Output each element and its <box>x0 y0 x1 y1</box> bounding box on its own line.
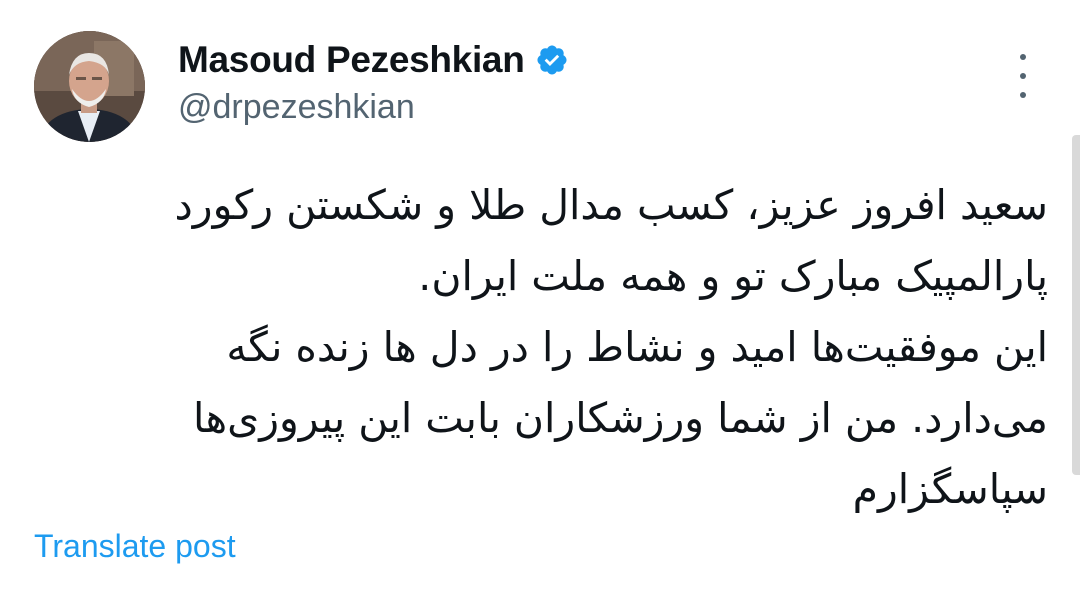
verified-badge-icon[interactable] <box>535 43 569 77</box>
author-name-row: Masoud Pezeshkian <box>178 38 569 82</box>
display-name[interactable]: Masoud Pezeshkian <box>178 39 525 81</box>
translate-post-link[interactable]: Translate post <box>34 528 236 565</box>
more-vertical-icon-dot <box>1020 92 1026 98</box>
author-handle[interactable]: @drpezeshkian <box>178 88 415 127</box>
post-text-line: این موفقیت‌ها امید و نشاط را در دل ها زن… <box>226 323 1048 371</box>
avatar[interactable] <box>34 31 145 142</box>
more-vertical-icon <box>1020 54 1026 60</box>
post-text-line: پارالمپیک مبارک تو و همه ملت ایران. <box>418 252 1048 300</box>
avatar-image <box>34 31 145 142</box>
post-text: سعید افروز عزیز، کسب مدال طلا و شکستن رک… <box>34 170 1048 525</box>
more-options-button[interactable] <box>1008 54 1038 98</box>
scrollbar[interactable] <box>1072 135 1080 475</box>
post-text-line: می‌دارد. من از شما ورزشکاران بابت این پی… <box>193 394 1048 442</box>
more-vertical-icon-dot <box>1020 73 1026 79</box>
post-text-line: سپاسگزارم <box>852 465 1048 513</box>
tweet-card: Masoud Pezeshkian @drpezeshkian سعید افر… <box>0 0 1080 615</box>
post-text-line: سعید افروز عزیز، کسب مدال طلا و شکستن رک… <box>174 181 1048 229</box>
